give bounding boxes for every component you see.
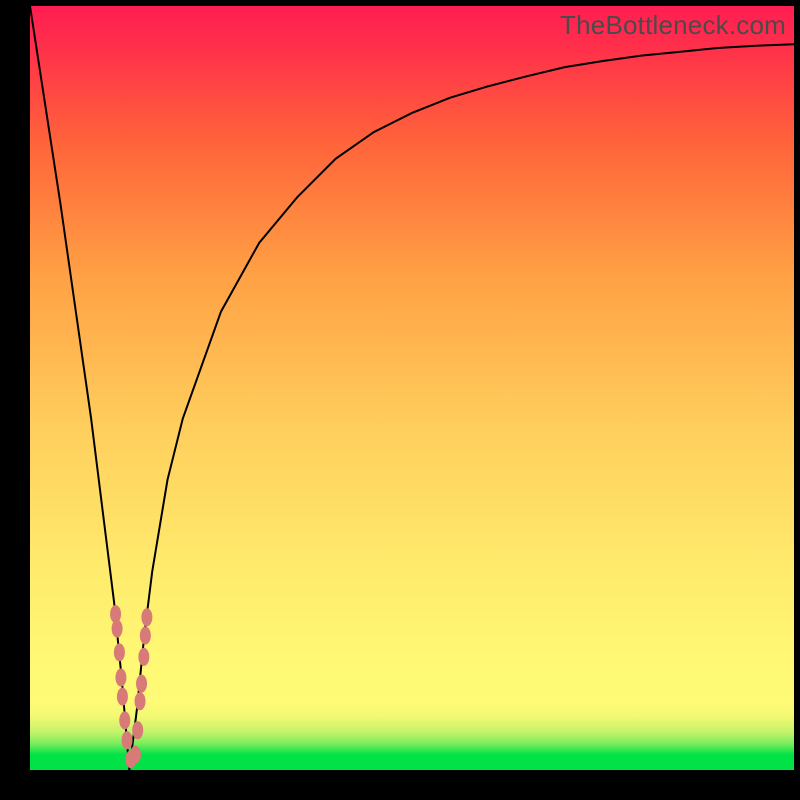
sample-dot xyxy=(138,648,149,666)
sample-dot xyxy=(117,688,128,706)
sample-dot xyxy=(119,711,130,729)
sample-dot xyxy=(112,620,123,638)
curve-layer xyxy=(30,6,794,770)
sample-dot xyxy=(141,608,152,626)
sample-dot xyxy=(135,692,146,710)
chart-frame: TheBottleneck.com xyxy=(0,0,800,800)
sample-dot xyxy=(114,643,125,661)
sample-dots-group xyxy=(110,605,152,768)
sample-dot xyxy=(140,627,151,645)
sample-dot xyxy=(132,721,143,739)
sample-dot xyxy=(136,675,147,693)
sample-dot xyxy=(130,746,141,764)
sample-dot xyxy=(115,669,126,687)
sample-dot xyxy=(122,731,133,749)
plot-area: TheBottleneck.com xyxy=(30,6,794,770)
